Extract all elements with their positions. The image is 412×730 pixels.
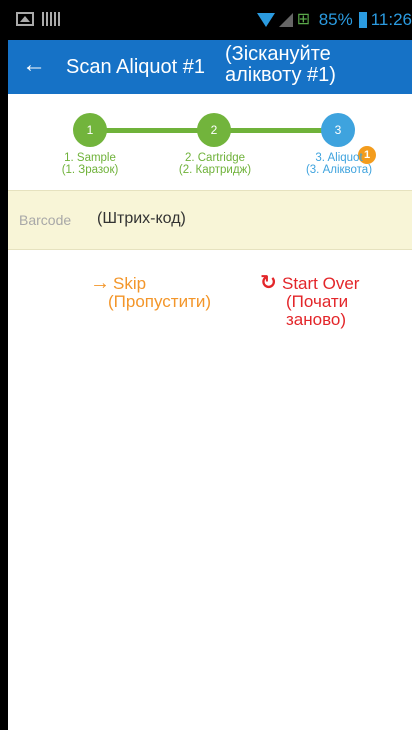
start-over-label: Start Over bbox=[282, 274, 360, 293]
signal-icon bbox=[278, 13, 293, 27]
step-label-3-en: 3. Aliquot bbox=[315, 152, 363, 164]
refresh-icon: ↻ bbox=[260, 272, 277, 294]
page-title: Scan Aliquot #1 bbox=[66, 56, 205, 78]
barcode-field[interactable]: Barcode (Штрих-код) bbox=[8, 190, 412, 250]
arrow-left-icon[interactable]: ← bbox=[22, 53, 46, 77]
arrow-right-icon: → bbox=[90, 272, 110, 294]
barcode-translation: (Штрих-код) bbox=[97, 210, 186, 227]
status-right: ⊞ 85% 11:26 bbox=[256, 10, 412, 30]
step-label-3: 3. Aliquot (3. Аліквота) bbox=[293, 152, 385, 176]
step-label-1: 1. Sample (1. Зразок) bbox=[50, 152, 130, 176]
step-circle-3[interactable]: 3 bbox=[321, 113, 355, 147]
barcode-status-icon bbox=[42, 12, 62, 26]
battery-percent: 85% bbox=[318, 10, 353, 29]
step-circle-1[interactable]: 1 bbox=[73, 113, 107, 147]
phone-screen: ⊞ 85% 11:26 ← Scan Aliquot #1 (Зіскануйт… bbox=[8, 0, 412, 730]
app-bar: ← Scan Aliquot #1 (Зіскануйте аліквоту #… bbox=[8, 40, 412, 94]
battery-icon bbox=[358, 12, 367, 28]
barcode-placeholder: Barcode bbox=[19, 212, 72, 228]
clock: 11:26 bbox=[370, 10, 412, 29]
title-translation-text: (Зіскануйте аліквоту #1) bbox=[225, 43, 336, 86]
step-connector-1 bbox=[98, 128, 213, 133]
status-left bbox=[16, 12, 62, 26]
status-bar: ⊞ 85% 11:26 bbox=[8, 0, 412, 40]
skip-translation: (Пропустити) bbox=[108, 292, 212, 311]
step-label-2-en: 2. Cartridge bbox=[184, 152, 246, 164]
step-circle-2[interactable]: 2 bbox=[197, 113, 231, 147]
step-label-2: 2. Cartridge (2. Картридж) bbox=[170, 152, 260, 176]
step-label-1-tr: (1. Зразок) bbox=[61, 164, 119, 176]
step-label-2-tr: (2. Картридж) bbox=[178, 164, 252, 176]
image-icon bbox=[16, 12, 34, 26]
progress-stepper: 1 2 3 1 1. Sample (1. Зразок) 2. Cartrid… bbox=[8, 94, 412, 190]
start-over-translation: (Почати заново) bbox=[286, 292, 349, 329]
network-icon: ⊞ bbox=[296, 11, 311, 28]
page-title-translation: (Зіскануйте аліквоту #1) bbox=[225, 44, 412, 86]
wifi-icon bbox=[256, 13, 275, 27]
step-label-3-tr: (3. Аліквота) bbox=[305, 164, 373, 176]
skip-label: Skip bbox=[113, 274, 147, 293]
step-label-1-en: 1. Sample bbox=[64, 152, 116, 164]
